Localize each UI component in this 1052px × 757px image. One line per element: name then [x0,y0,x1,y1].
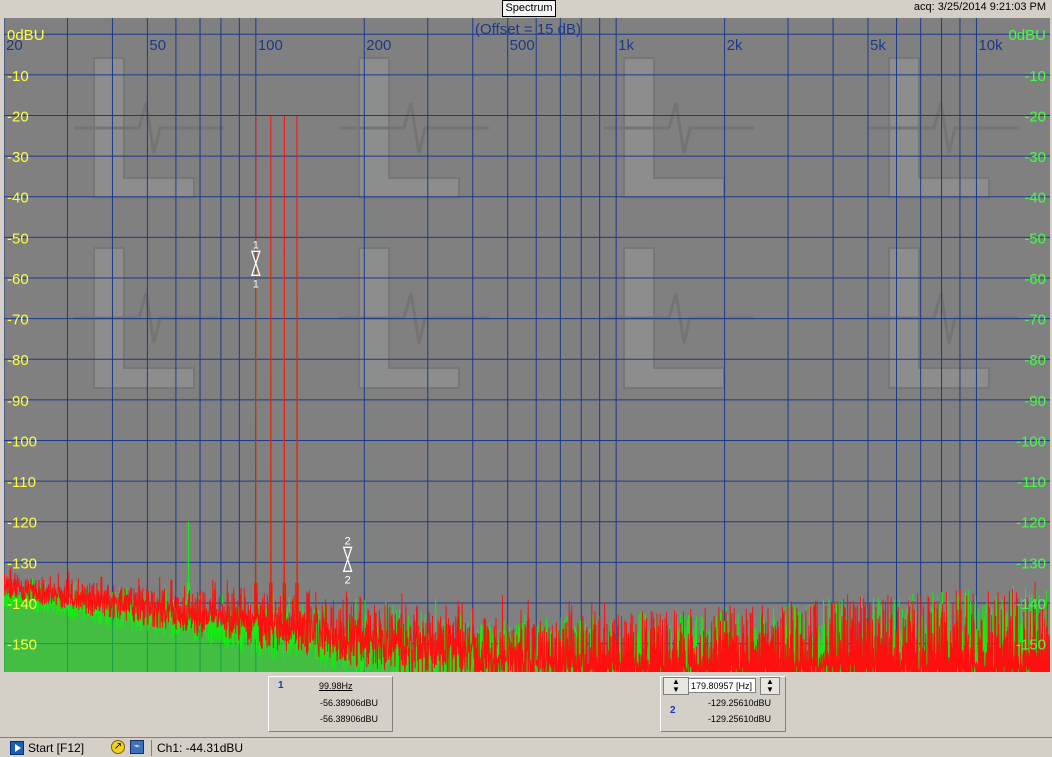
x-tick-label: 1k [618,37,634,54]
y-tick-label-left: -80 [7,352,29,369]
x-tick-label: 2k [727,37,743,54]
y-tick-label-left: -150 [7,637,37,654]
y-tick-label-left: -20 [7,108,29,125]
y-tick-label-right: -100 [1016,433,1046,450]
cursor-hourglass [342,546,353,572]
x-tick-label: 5k [870,37,886,54]
y-tick-label-left: -90 [7,393,29,410]
y-tick-label-right: -30 [1024,149,1046,166]
y-tick-label-right: -70 [1024,312,1046,329]
y-tick-label-left: -120 [7,515,37,532]
cursor-label-top: 1 [253,239,259,251]
y-tick-label-left: -70 [7,312,29,329]
cursor-marker[interactable]: 22 [342,535,353,586]
watermark-logo [339,247,489,389]
cursor-marker[interactable]: 11 [250,239,261,290]
x-tick-label: 100 [258,37,283,54]
y-tick-label-right: -130 [1016,555,1046,572]
y-tick-label-right: -40 [1024,190,1046,207]
y-tick-label-left: -60 [7,271,29,288]
spectrum-plot[interactable]: 20 50 100 200 500 1k 2k 5k 10k 0dBU 0dBU -10 -10 -20-… [4,18,1050,672]
cursor-markers[interactable]: 1122 [250,239,353,586]
y-tick-label-left: -40 [7,190,29,207]
cursor2-frequency-stepper[interactable]: ▲ ▼ [760,677,780,695]
cursor-label-top: 2 [345,535,351,547]
y-tick-label-left: 0dBU [7,27,45,44]
y-tick-label-right: -80 [1024,352,1046,369]
cursor-label-bottom: 2 [345,574,351,586]
cursor1-index: 1 [278,680,284,691]
cursor2-index: 2 [670,705,676,716]
watermark-logo [869,247,1019,389]
spectrum-window: Spectrum acq: 3/25/2014 9:21:03 PM 20 50 1… [0,0,1052,757]
x-tick-label: 200 [366,37,391,54]
cursor2-frequency-input[interactable]: 179.80957 [Hz] [688,678,756,693]
y-tick-label-right: -110 [1017,474,1046,491]
watermark-logo [604,247,754,389]
y-tick-label-left: -130 [7,555,37,572]
watermark-logo [74,57,224,199]
y-tick-label-left: -10 [7,68,29,85]
cursor-label-bottom: 1 [253,278,259,290]
spectrum-chart[interactable]: 20 50 100 200 500 1k 2k 5k 10k0dBU 0dBU-10 -10-20-… [4,18,1050,672]
watermark-logo [869,57,1019,199]
y-tick-label-right: -140 [1016,596,1046,613]
y-tick-label-left: -140 [7,596,37,613]
y-tick-label-right: -10 [1024,68,1046,85]
y-tick-label-left: -110 [7,474,36,491]
spin-down-icon[interactable]: ▼ [664,686,688,694]
y-tick-label-left: -50 [7,230,29,247]
play-icon[interactable] [10,741,24,755]
cursor1-frequency[interactable]: 99.98Hz [319,681,353,691]
cursor2-spin-button[interactable]: ▲ ▼ [663,677,689,695]
status-separator [151,740,152,756]
y-tick-label-right: -120 [1016,515,1046,532]
y-tick-label-right: -20 [1024,108,1046,125]
y-tick-label-right: -60 [1024,271,1046,288]
cursor1-ch2-value: -56.38906dBU [319,714,378,724]
y-tick-label-right: -150 [1016,637,1046,654]
gauge-icon[interactable]: ↗ [111,740,125,754]
status-bar: Start [F12] ↗ ⌁ Ch1: -44.31dBU [0,737,1052,757]
y-tick-label-right: -90 [1024,393,1046,410]
y-tick-label-right: -50 [1024,230,1046,247]
y-tick-label-left: -100 [7,433,37,450]
watermark-logo-layer [74,57,1019,389]
acquisition-timestamp: acq: 3/25/2014 9:21:03 PM [913,1,1046,13]
start-label[interactable]: Start [F12] [28,741,84,755]
start-button[interactable]: Start [F12] [10,740,84,756]
probe-icon[interactable]: ⌁ [130,740,144,754]
x-tick-label: 500 [510,37,535,54]
cursor1-ch1-value: -56.38906dBU [319,698,378,708]
x-tick-label: 10k [978,37,1003,54]
watermark-logo [339,57,489,199]
offset-title: (Offset = 15 dB) [475,21,581,38]
y-tick-label-left: -30 [7,149,29,166]
cursor1-panel: 1 99.98Hz -56.38906dBU -56.38906dBU [268,676,393,732]
watermark-logo [74,247,224,389]
ch1-readout: Ch1: -44.31dBU [157,741,244,755]
stepper-down-icon[interactable]: ▼ [761,686,779,694]
watermark-logo [604,57,754,199]
cursor2-ch2-value: -129.25610dBU [707,714,771,724]
cursor2-panel: ▲ ▼ 179.80957 [Hz] ▲ ▼ 2 -129.25610dBU -… [660,676,786,732]
y-tick-label-right: 0dBU [1008,27,1046,44]
window-title-tab[interactable]: Spectrum [502,0,556,17]
cursor2-ch1-value: -129.25610dBU [707,698,771,708]
x-tick-label: 50 [149,37,166,54]
